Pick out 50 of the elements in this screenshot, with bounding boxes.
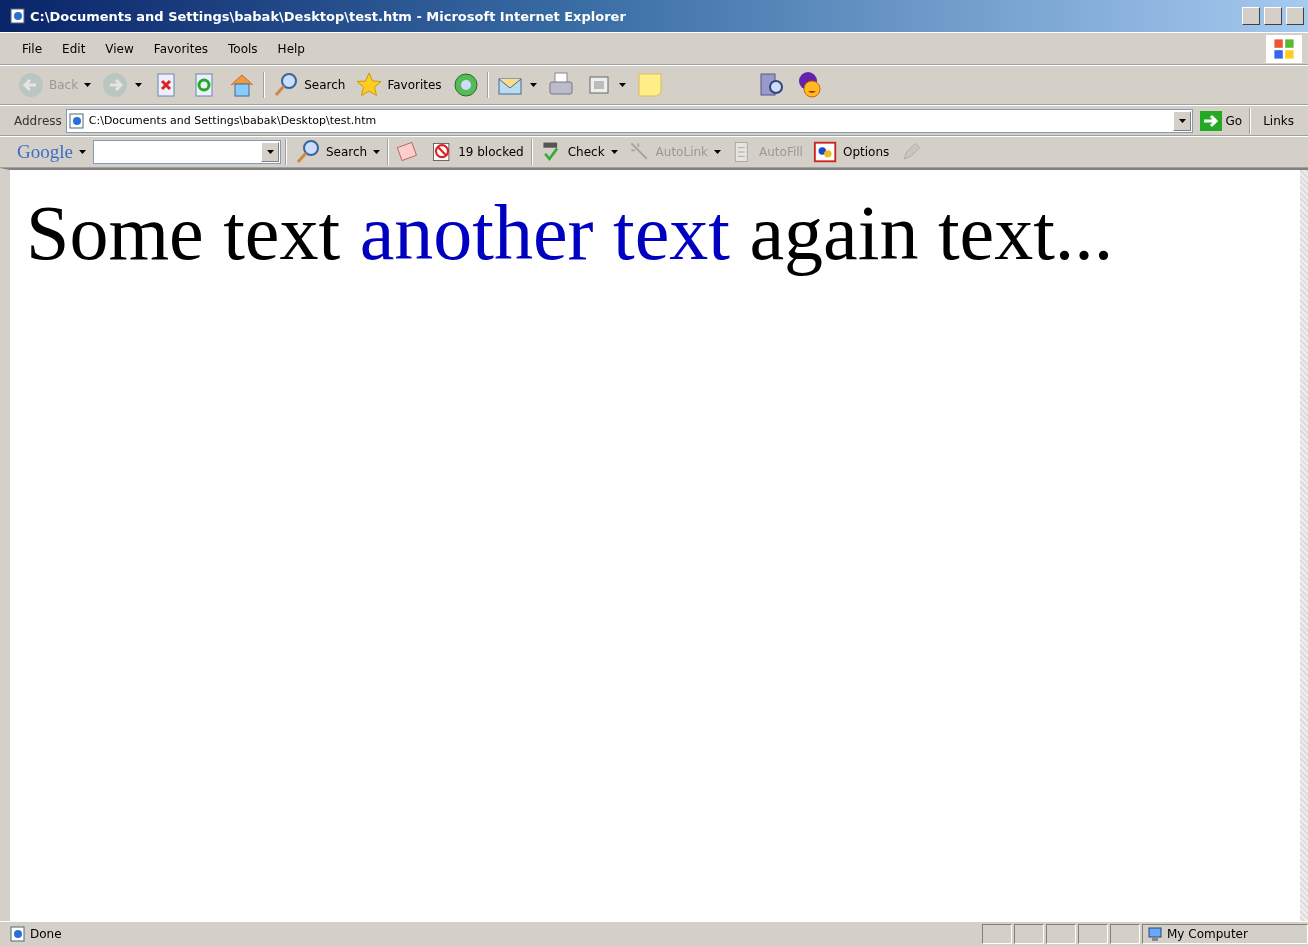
links-button[interactable]: Links bbox=[1255, 111, 1302, 130]
zone-indicator: My Computer bbox=[1142, 924, 1308, 944]
dropdown-button[interactable] bbox=[260, 142, 279, 162]
star-icon bbox=[355, 71, 384, 99]
menu-item[interactable]: View bbox=[97, 39, 142, 58]
menu-item[interactable]: Tools bbox=[220, 39, 266, 58]
caret-icon bbox=[618, 83, 626, 87]
book-magnifier-icon bbox=[757, 71, 786, 99]
caret-icon bbox=[373, 150, 381, 154]
window-title: C:\Documents and Settings\babak\Desktop\test.htm - Microsoft Internet Explorer bbox=[30, 8, 627, 24]
caret-icon bbox=[610, 150, 618, 154]
page-icon bbox=[68, 112, 85, 129]
caret-icon bbox=[78, 150, 86, 154]
computer-icon bbox=[1147, 926, 1163, 942]
status-panel bbox=[1078, 924, 1108, 944]
check-button[interactable]: Check bbox=[536, 136, 621, 168]
search-field[interactable] bbox=[92, 140, 281, 164]
favorites-button[interactable]: Favorites bbox=[352, 69, 445, 101]
status-panel bbox=[982, 924, 1012, 944]
dropdown-button[interactable] bbox=[1172, 110, 1191, 131]
search-button[interactable]: Search bbox=[269, 69, 349, 101]
status-panel bbox=[1014, 924, 1044, 944]
menu-item[interactable]: Favorites bbox=[145, 39, 217, 58]
address-label: Address bbox=[14, 113, 62, 128]
options-button[interactable]: Options bbox=[809, 136, 893, 168]
menu-item[interactable]: Help bbox=[269, 39, 313, 58]
address-field[interactable]: C:\Documents and Settings\babak\Desktop\test.htm bbox=[65, 108, 1193, 133]
caret-icon bbox=[135, 83, 143, 87]
blocked-button[interactable]: 19 blocked bbox=[427, 136, 527, 168]
ie-page-icon bbox=[10, 8, 26, 24]
minimize-button[interactable] bbox=[1242, 7, 1260, 25]
search-button[interactable]: Search bbox=[290, 136, 384, 168]
caret-icon bbox=[529, 83, 537, 87]
go-button[interactable]: Go bbox=[1196, 108, 1246, 133]
page-icon bbox=[10, 926, 26, 942]
caret-icon bbox=[714, 150, 722, 154]
page-text: Some text another text again text... bbox=[26, 190, 1115, 276]
media-icon bbox=[451, 71, 480, 99]
restore-button[interactable] bbox=[1264, 7, 1282, 25]
status-panel bbox=[1110, 924, 1140, 944]
status-text: Done bbox=[10, 926, 980, 942]
menu-item[interactable]: File bbox=[14, 39, 51, 58]
close-button[interactable] bbox=[1286, 7, 1304, 25]
menu-item[interactable]: Edit bbox=[54, 39, 94, 58]
scrollbar[interactable] bbox=[1300, 170, 1308, 921]
status-panel bbox=[1046, 924, 1076, 944]
sticky-note-icon bbox=[635, 71, 664, 99]
caret-icon bbox=[84, 83, 92, 87]
caret-icon bbox=[1179, 118, 1187, 123]
caret-icon bbox=[267, 150, 275, 154]
